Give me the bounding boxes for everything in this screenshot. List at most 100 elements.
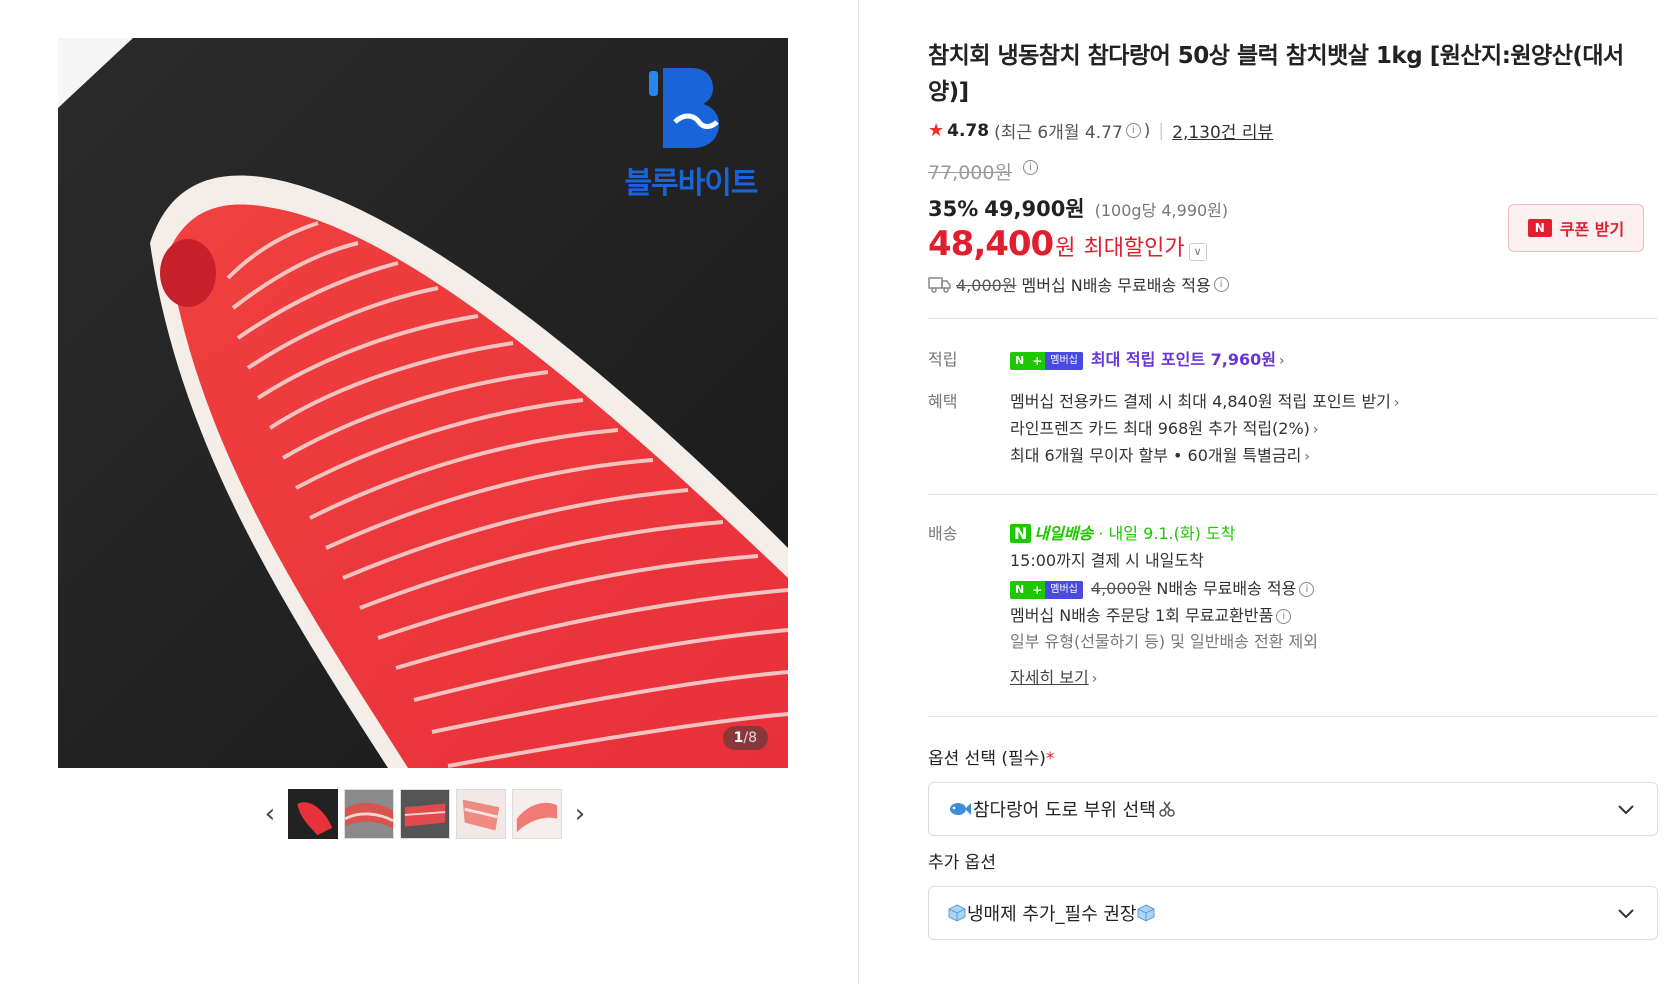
- exclude-note: 일부 유형(선물하기 등) 및 일반배송 전환 제외: [1010, 632, 1318, 651]
- info-icon[interactable]: i: [1125, 123, 1141, 138]
- delivery-badge-text: 내일배송: [1034, 524, 1094, 543]
- details-link-row[interactable]: 자세히 보기 ›: [1010, 664, 1097, 688]
- required-mark: *: [1045, 749, 1055, 769]
- current-page: 1: [733, 730, 744, 746]
- max-discount-won: 원: [1055, 236, 1076, 261]
- thumbnail-5[interactable]: [512, 789, 562, 839]
- points-row[interactable]: N + 멤버십 최대 적립 포인트 7,960원 ›: [1010, 346, 1285, 370]
- delivery-fee-row: N + 멤버십 4,000원 N배송 무료배송 적용 i: [1010, 575, 1317, 599]
- brand-logo-icon: [649, 68, 719, 148]
- extra-option-value: 냉매제 추가_필수 권장: [967, 904, 1137, 925]
- thumbnail-image: [345, 790, 393, 838]
- price-info-icon[interactable]: i: [1023, 160, 1038, 175]
- benefit-item-1[interactable]: 멤버십 전용카드 결제 시 최대 4,840원 적립 포인트 받기 ›: [1010, 388, 1400, 412]
- rating-recent-close: ): [1143, 120, 1151, 141]
- thumbnail-strip: ‹ ›: [255, 788, 595, 840]
- arrival-date: · 내일 9.1.(화) 도착: [1098, 524, 1236, 543]
- coupon-label: 쿠폰 받기: [1559, 220, 1625, 239]
- truck-icon: [928, 277, 951, 293]
- star-icon: ★: [928, 120, 945, 141]
- required-option-select[interactable]: 참다랑어 도로 부위 선택: [928, 782, 1658, 836]
- thumbnail-2[interactable]: [344, 789, 394, 839]
- exchange-row: 멤버십 N배송 주문당 1회 무료교환반품 i: [1010, 602, 1294, 626]
- chevron-down-icon: [1618, 805, 1634, 815]
- thumbnail-3[interactable]: [400, 789, 450, 839]
- naver-n-icon: N: [1527, 219, 1552, 237]
- required-option-value: 참다랑어 도로 부위 선택: [973, 800, 1156, 821]
- npay-membership-badge: N + 멤버십: [1010, 351, 1083, 370]
- points-label: 적립: [928, 350, 958, 369]
- details-link[interactable]: 자세히 보기: [1010, 668, 1089, 687]
- max-discount-price: 48,400: [928, 224, 1054, 264]
- benefit-text: 라인프렌즈 카드 최대 968원 추가 적립(2%): [1010, 419, 1310, 438]
- delivery-cutoff: 15:00까지 결제 시 내일도착: [1010, 551, 1204, 570]
- ice-cube-icon: [1137, 904, 1155, 922]
- delivery-label: 배송: [928, 524, 958, 543]
- chevron-right-icon: ›: [1091, 671, 1098, 687]
- ice-cube-icon: [948, 904, 966, 922]
- extra-option-select[interactable]: 냉매제 추가_필수 권장: [928, 886, 1658, 940]
- image-page-indicator: 1/8: [722, 726, 768, 750]
- required-option-label: 옵션 선택 (필수)*: [928, 744, 1054, 769]
- sale-price: 49,900원: [984, 197, 1085, 221]
- chevron-down-icon[interactable]: ∨: [1188, 243, 1207, 261]
- required-option-text: 옵션 선택 (필수): [928, 749, 1046, 769]
- brand-logo: 블루바이트: [621, 56, 761, 206]
- shipping-fee-strike: 4,000원: [956, 276, 1017, 295]
- divider: [928, 318, 1658, 319]
- benefit-text: 최대 6개월 무이자 할부 • 60개월 특별금리: [1010, 446, 1302, 465]
- chevron-right-icon: ›: [1278, 353, 1285, 369]
- separator: |: [1158, 120, 1165, 141]
- max-discount-row: 48,400 원 최대할인가 ∨: [928, 224, 1207, 264]
- thumbnail-image: [457, 790, 505, 838]
- main-product-image[interactable]: 블루바이트 1/8: [58, 38, 788, 768]
- thumbnail-4[interactable]: [456, 789, 506, 839]
- delivery-fee-text: N배송 무료배송 적용: [1156, 579, 1297, 598]
- total-pages: /8: [743, 730, 757, 746]
- benefit-item-3[interactable]: 최대 6개월 무이자 할부 • 60개월 특별금리 ›: [1010, 442, 1310, 466]
- unit-price: (100g당 4,990원): [1094, 201, 1229, 220]
- coupon-button[interactable]: N 쿠폰 받기: [1508, 204, 1644, 252]
- naver-n-icon: N: [1010, 524, 1032, 543]
- extra-option-label: 추가 옵션: [928, 853, 996, 873]
- product-title: 참치회 냉동참치 참다랑어 50상 블럭 참치뱃살 1kg [원산지:원양산(대…: [928, 43, 1624, 105]
- chevron-down-icon: [1618, 909, 1634, 919]
- review-count-link[interactable]: 2,130건 리뷰: [1172, 118, 1273, 143]
- shipping-text: 멤버십 N배송 무료배송 적용: [1021, 276, 1211, 295]
- next-image-button[interactable]: ›: [565, 788, 595, 840]
- rating-recent: (최근 6개월 4.77: [994, 123, 1123, 143]
- thumbnail-image: [513, 790, 561, 838]
- exchange-text: 멤버십 N배송 주문당 1회 무료교환반품: [1010, 606, 1274, 625]
- column-divider: [858, 0, 859, 984]
- benefit-text: 멤버십 전용카드 결제 시 최대 4,840원 적립 포인트 받기: [1010, 392, 1391, 411]
- rating-value: 4.78: [947, 120, 990, 141]
- chevron-right-icon: ›: [1393, 395, 1400, 411]
- npay-membership-badge: N + 멤버십: [1010, 580, 1083, 599]
- discount-rate: 35%: [928, 197, 979, 221]
- divider: [928, 494, 1658, 495]
- rating-row: ★ 4.78 (최근 6개월 4.77 i ) | 2,130건 리뷰: [928, 118, 1273, 143]
- brand-name: 블루바이트: [624, 166, 759, 201]
- thumbnail-image: [290, 791, 336, 837]
- chevron-right-icon: ›: [1304, 449, 1310, 465]
- delivery-badge-row: N 내일배송 · 내일 9.1.(화) 도착: [1010, 520, 1235, 544]
- max-points-link[interactable]: 최대 적립 포인트 7,960원: [1091, 350, 1276, 369]
- shipping-row: 4,000원 멤버십 N배송 무료배송 적용 i: [928, 272, 1232, 296]
- info-icon[interactable]: i: [1299, 582, 1315, 597]
- original-price: 77,000원: [928, 162, 1012, 184]
- chevron-right-icon: ›: [1312, 422, 1319, 438]
- fish-icon: [950, 803, 971, 815]
- divider: [928, 716, 1658, 717]
- info-icon[interactable]: i: [1276, 609, 1292, 624]
- thumbnail-1[interactable]: [288, 789, 338, 839]
- sale-price-row: 35% 49,900원 (100g당 4,990원): [928, 193, 1228, 223]
- max-discount-label[interactable]: 최대할인가: [1083, 230, 1184, 262]
- benefit-label: 혜택: [928, 392, 958, 411]
- scissors-icon: [1159, 801, 1175, 817]
- info-icon[interactable]: i: [1213, 276, 1229, 292]
- prev-image-button[interactable]: ‹: [255, 788, 285, 840]
- product-gallery: 블루바이트 1/8 ‹ ›: [0, 0, 858, 984]
- benefit-item-2[interactable]: 라인프렌즈 카드 최대 968원 추가 적립(2%) ›: [1010, 415, 1319, 439]
- delivery-fee-strike: 4,000원: [1090, 579, 1152, 598]
- tomorrow-delivery-badge: N 내일배송: [1010, 524, 1093, 543]
